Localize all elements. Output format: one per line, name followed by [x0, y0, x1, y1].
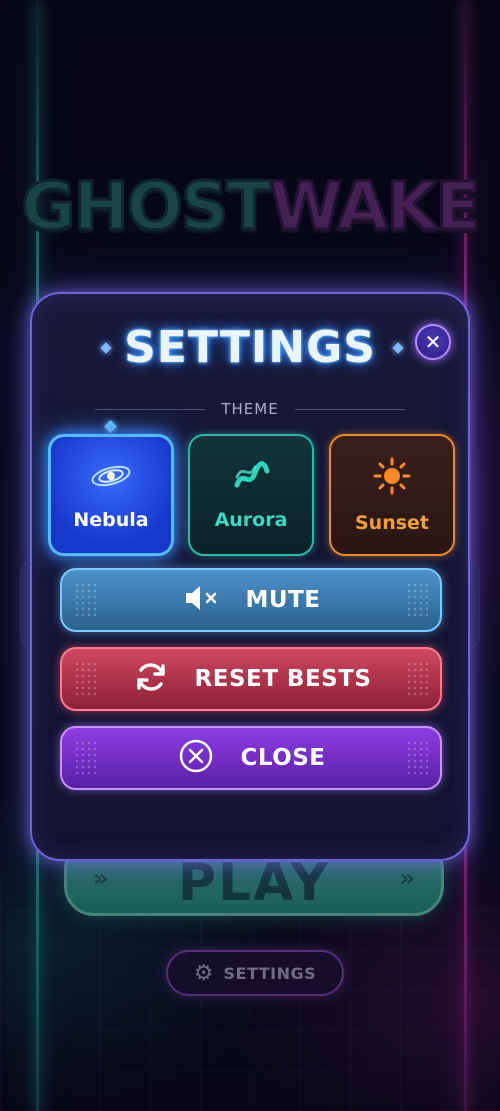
galaxy-icon — [89, 459, 133, 499]
theme-label-aurora: Aurora — [214, 509, 288, 531]
reset-bests-button[interactable]: RESET BESTS — [60, 647, 442, 711]
selected-theme-marker — [104, 420, 117, 433]
refresh-icon — [131, 660, 171, 699]
close-icon[interactable]: ✕ — [415, 324, 451, 360]
theme-option-nebula[interactable]: Nebula — [48, 434, 174, 556]
theme-label-sunset: Sunset — [354, 512, 429, 534]
speaker-muted-icon — [182, 584, 222, 617]
divider — [294, 408, 405, 410]
mute-button-label: MUTE — [245, 587, 321, 613]
sun-icon — [372, 456, 412, 502]
reset-bests-button-label: RESET BESTS — [194, 666, 372, 692]
button-texture — [74, 582, 96, 618]
close-button[interactable]: CLOSE — [60, 726, 442, 790]
button-texture — [74, 740, 96, 776]
theme-option-aurora[interactable]: Aurora — [188, 434, 314, 556]
close-button-label: CLOSE — [240, 745, 326, 771]
button-texture — [406, 661, 428, 697]
theme-label-nebula: Nebula — [73, 509, 149, 531]
close-circle-icon — [176, 738, 216, 779]
theme-section-header: THEME — [32, 400, 468, 418]
divider — [95, 408, 206, 410]
theme-section-label: THEME — [221, 400, 279, 418]
button-texture — [406, 740, 428, 776]
aurora-wave-icon — [231, 459, 271, 499]
theme-option-sunset[interactable]: Sunset — [329, 434, 455, 556]
button-texture — [406, 582, 428, 618]
settings-modal: SETTINGS ✕ THEME Nebula Aurora Sunset MU… — [30, 292, 470, 861]
button-texture — [74, 661, 96, 697]
mute-button[interactable]: MUTE — [60, 568, 442, 632]
